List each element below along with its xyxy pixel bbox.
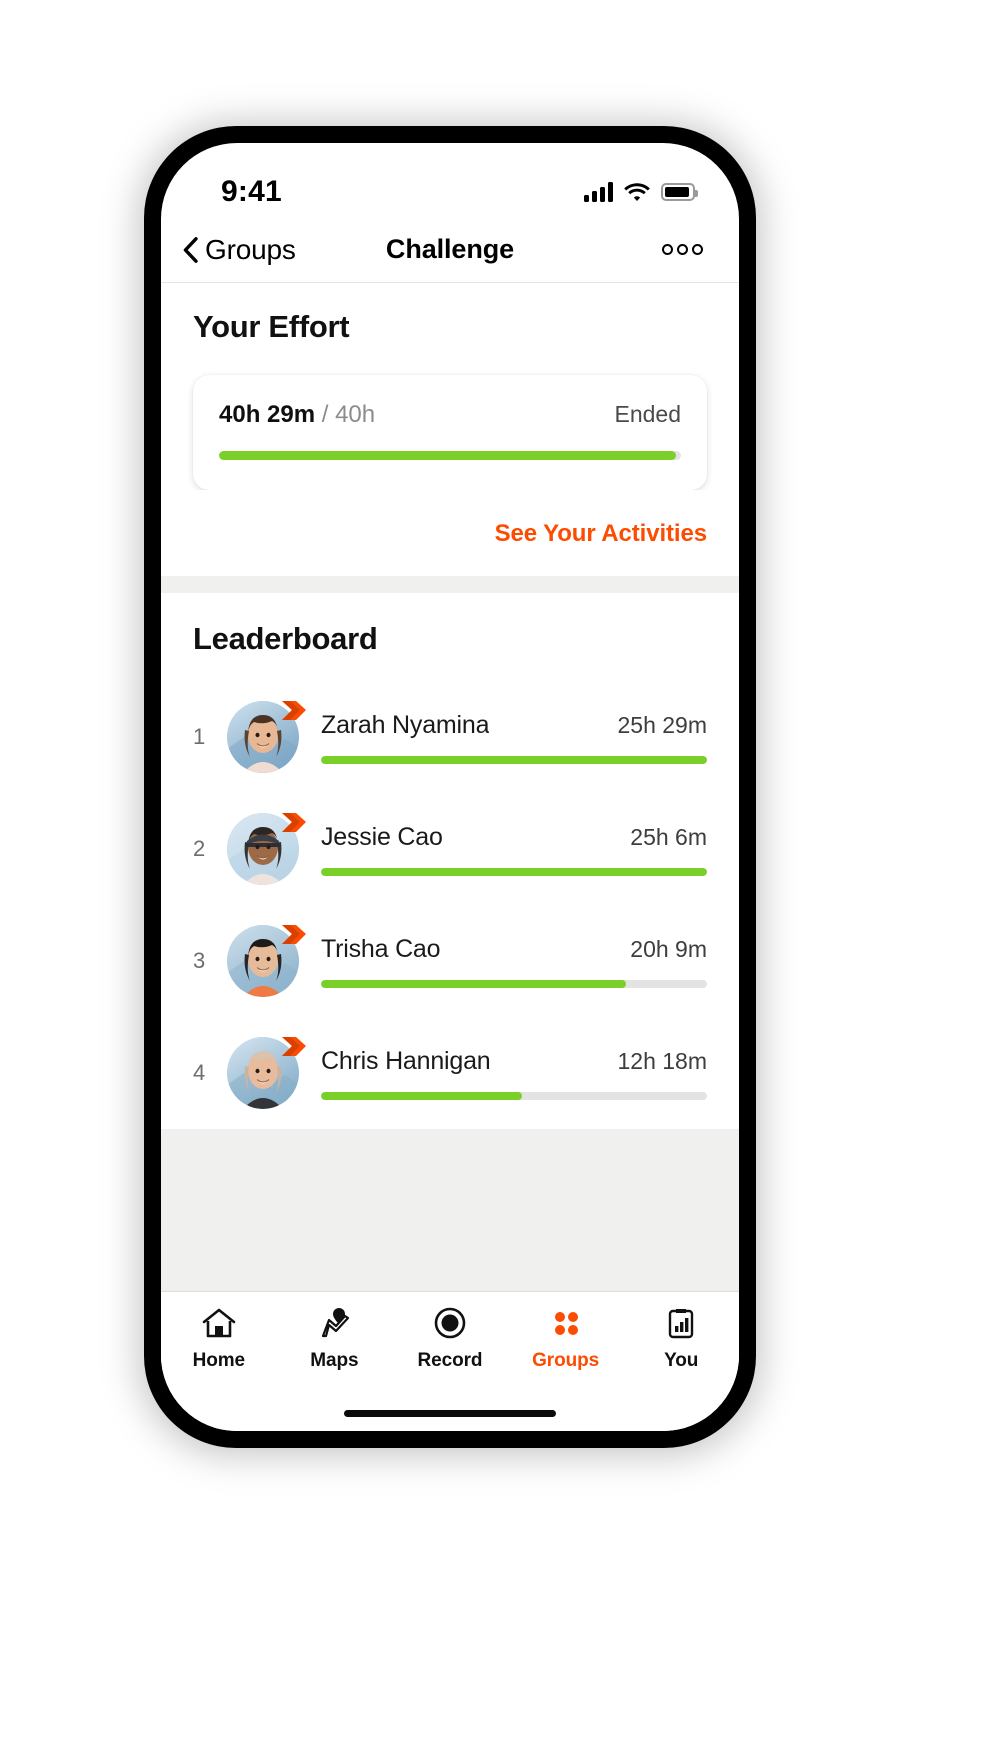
leaderboard-row-content: Jessie Cao 25h 6m <box>321 823 707 876</box>
profile-stats-icon <box>662 1304 700 1342</box>
avatar[interactable] <box>227 813 306 885</box>
home-icon <box>200 1304 238 1342</box>
athlete-name: Chris Hannigan <box>321 1046 491 1075</box>
chevron-badge-icon <box>278 808 308 838</box>
leaderboard-rank: 4 <box>193 1060 206 1085</box>
athlete-time: 25h 6m <box>630 823 707 850</box>
phone-screen: 9:41 Groups Challenge Your Effort 40h 29… <box>161 143 739 1431</box>
leaderboard-row-header: Jessie Cao 25h 6m <box>321 823 707 852</box>
home-indicator <box>161 1395 739 1431</box>
see-activities-row: See Your Activities <box>161 490 739 576</box>
section-divider <box>161 576 739 593</box>
leaderboard-row-content: Trisha Cao 20h 9m <box>321 935 707 988</box>
see-your-activities-link[interactable]: See Your Activities <box>495 520 708 548</box>
leaderboard-section: Leaderboard 1 Zarah Nyamina 25h 29m 2 Je… <box>161 593 739 1129</box>
scroll-content: Your Effort 40h 29m / 40h Ended See Your… <box>161 283 739 1431</box>
status-bar: 9:41 <box>161 143 739 217</box>
back-button-label: Groups <box>205 233 296 265</box>
chevron-badge-icon <box>278 920 308 950</box>
avatar[interactable] <box>227 925 306 997</box>
leaderboard-row-header: Zarah Nyamina 25h 29m <box>321 711 707 740</box>
content-bottom-filler <box>161 1129 739 1291</box>
tab-label: Maps <box>310 1350 359 1371</box>
effort-status-badge: Ended <box>614 401 681 427</box>
screenshot-stage: 9:41 Groups Challenge Your Effort 40h 29… <box>0 0 1000 1744</box>
athlete-name: Trisha Cao <box>321 934 441 963</box>
effort-card[interactable]: 40h 29m / 40h Ended <box>193 375 707 490</box>
athlete-progress-track <box>321 755 707 764</box>
effort-separator: / <box>321 401 329 428</box>
leaderboard-title: Leaderboard <box>193 621 378 656</box>
athlete-progress-track <box>321 867 707 876</box>
athlete-progress-track <box>321 1091 707 1100</box>
signal-bars-icon <box>584 182 613 202</box>
your-effort-section: Your Effort 40h 29m / 40h Ended <box>161 283 739 490</box>
effort-goal-value: 40h <box>335 401 376 428</box>
effort-elapsed-value: 40h 29m <box>219 401 316 428</box>
leaderboard-row-header: Chris Hannigan 12h 18m <box>321 1047 707 1076</box>
leaderboard-rank: 3 <box>193 948 206 973</box>
groups-dots-icon <box>547 1304 585 1342</box>
leaderboard-row-header: Trisha Cao 20h 9m <box>321 935 707 964</box>
effort-progress-fill <box>219 451 677 460</box>
tab-home[interactable]: Home <box>161 1304 277 1372</box>
athlete-time: 20h 9m <box>630 935 707 962</box>
tab-you[interactable]: You <box>623 1304 739 1372</box>
avatar[interactable] <box>227 701 306 773</box>
wifi-icon <box>624 182 650 202</box>
athlete-progress-fill <box>321 755 707 764</box>
tab-record[interactable]: Record <box>392 1304 508 1372</box>
bottom-tab-bar: Home Maps Record Groups You <box>161 1291 739 1395</box>
leaderboard-row-content: Chris Hannigan 12h 18m <box>321 1047 707 1100</box>
more-options-icon[interactable] <box>662 244 703 255</box>
effort-progress-text: 40h 29m / 40h <box>219 401 375 429</box>
effort-card-header: 40h 29m / 40h Ended <box>219 401 681 429</box>
leaderboard-rank: 1 <box>193 724 206 749</box>
athlete-time: 12h 18m <box>617 1047 707 1074</box>
battery-icon <box>661 183 698 201</box>
table-row[interactable]: 4 Chris Hannigan 12h 18m <box>193 1017 707 1129</box>
navigation-bar: Groups Challenge <box>161 217 739 283</box>
athlete-progress-fill <box>321 867 707 876</box>
chevron-badge-icon <box>278 696 308 726</box>
leaderboard-row-content: Zarah Nyamina 25h 29m <box>321 711 707 764</box>
chevron-left-icon <box>183 236 198 263</box>
table-row[interactable]: 3 Trisha Cao 20h 9m <box>193 905 707 1017</box>
tab-label: Groups <box>532 1350 600 1371</box>
tab-label: Home <box>192 1350 245 1371</box>
athlete-time: 25h 29m <box>617 711 707 738</box>
tab-maps[interactable]: Maps <box>277 1304 393 1372</box>
leaderboard-rank: 2 <box>193 836 206 861</box>
athlete-progress-fill <box>321 1091 522 1100</box>
back-button[interactable]: Groups <box>183 234 296 266</box>
effort-progress-track <box>219 451 681 460</box>
athlete-progress-track <box>321 979 707 988</box>
athlete-name: Zarah Nyamina <box>321 710 490 739</box>
table-row[interactable]: 1 Zarah Nyamina 25h 29m <box>193 681 707 793</box>
avatar[interactable] <box>227 1037 306 1109</box>
chevron-badge-icon <box>278 1032 308 1062</box>
map-pin-icon <box>315 1304 353 1342</box>
your-effort-title: Your Effort <box>193 309 350 344</box>
record-icon <box>431 1304 469 1342</box>
athlete-name: Jessie Cao <box>321 822 443 851</box>
status-bar-icons <box>584 182 698 202</box>
tab-label: You <box>664 1350 699 1371</box>
tab-groups[interactable]: Groups <box>508 1304 624 1372</box>
athlete-progress-fill <box>321 979 626 988</box>
status-bar-time: 9:41 <box>221 175 282 208</box>
table-row[interactable]: 2 Jessie Cao 25h 6m <box>193 793 707 905</box>
leaderboard-list: 1 Zarah Nyamina 25h 29m 2 Jessie Cao 25h… <box>193 681 707 1129</box>
tab-label: Record <box>417 1350 483 1371</box>
